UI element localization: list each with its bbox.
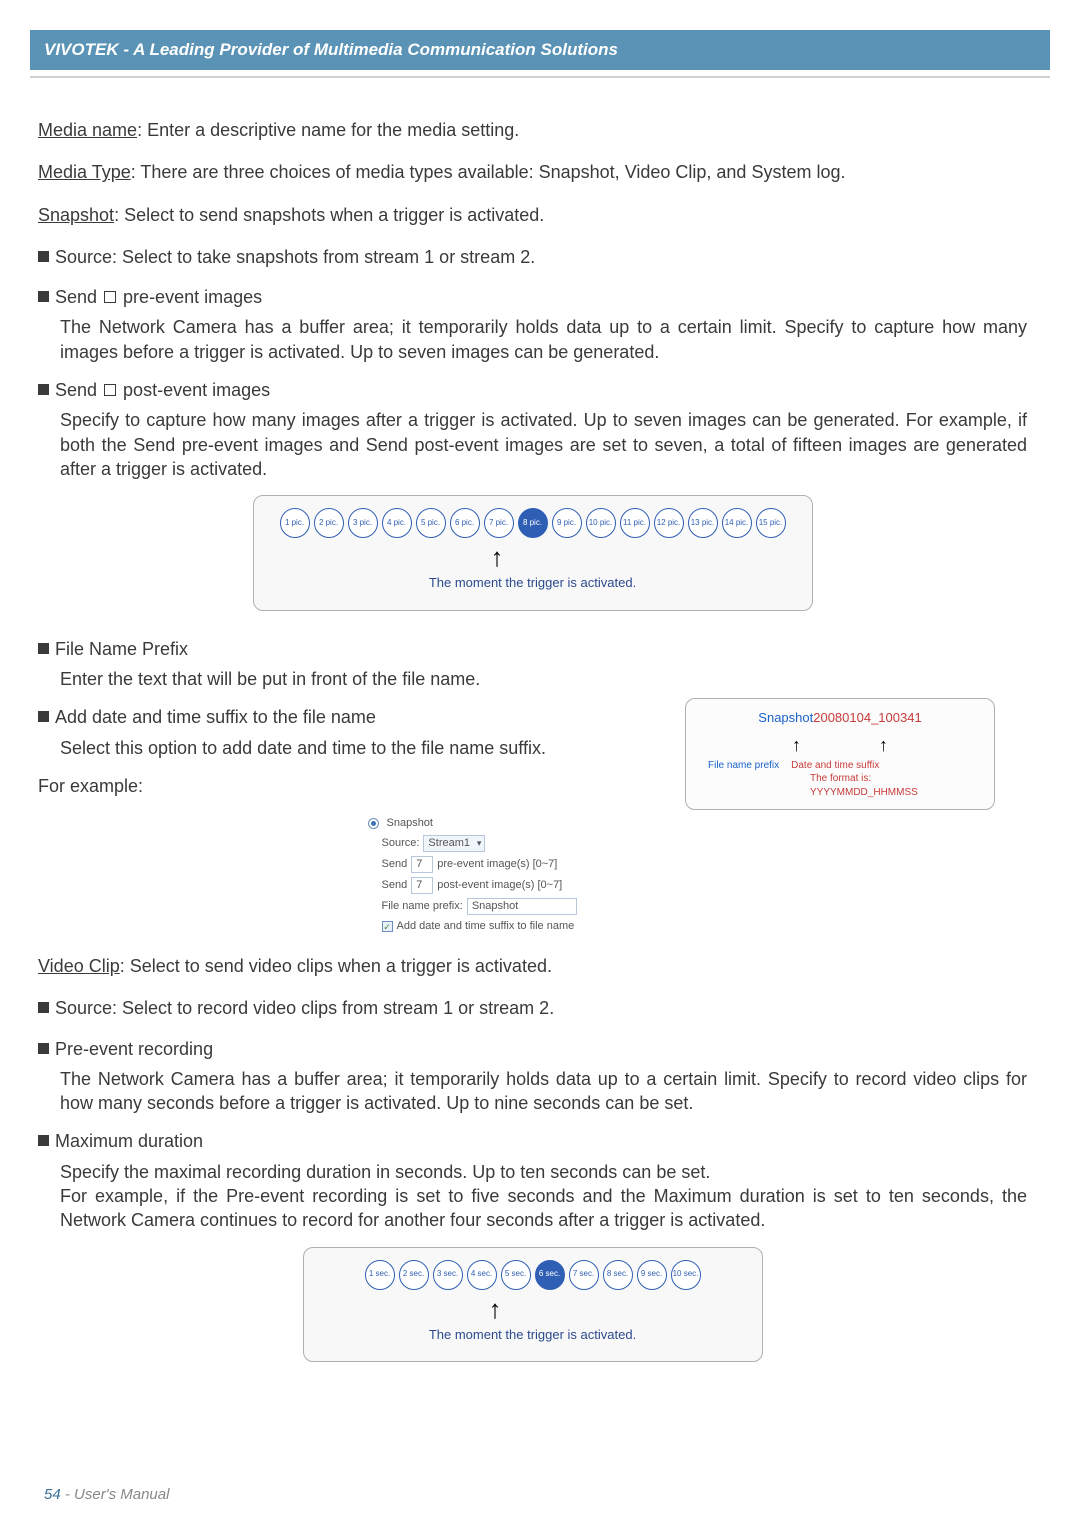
filename-suffix-label: Date and time suffix <box>791 759 879 773</box>
filename-suffix: 20080104_100341 <box>813 710 921 725</box>
bullet-file-prefix-body: Enter the text that will be put in front… <box>38 667 598 691</box>
bullet-file-prefix: File Name Prefix <box>38 637 1027 661</box>
filename-format: The format is: YYYYMMDD_HHMMSS <box>810 772 980 799</box>
pre-event-suffix: pre-event image(s) [0~7] <box>437 857 557 872</box>
bullet-source-snap: Source: Select to take snapshots from st… <box>38 245 1027 269</box>
term-media-name: Media name <box>38 120 137 140</box>
pre-count-box[interactable] <box>104 291 116 303</box>
add-datetime-checkbox[interactable]: ✓ <box>382 921 393 932</box>
diagram-caption-1: The moment the trigger is activated. <box>264 574 802 592</box>
bullet-send-pre: Send pre-event images <box>38 285 1027 309</box>
filename-prefix: Snapshot <box>758 710 813 725</box>
sequence-circle: 1 pic. <box>280 508 310 538</box>
filename-prefix-label: File name prefix <box>708 759 779 773</box>
sequence-circle: 6 sec. <box>535 1260 565 1290</box>
header-title: VIVOTEK - A Leading Provider of Multimed… <box>30 30 1050 70</box>
term-snapshot: Snapshot <box>38 205 114 225</box>
sequence-circle: 5 sec. <box>501 1260 531 1290</box>
sequence-circle: 8 sec. <box>603 1260 633 1290</box>
bullet-max-dur: Maximum duration <box>38 1129 1027 1153</box>
sequence-circle: 7 sec. <box>569 1260 599 1290</box>
bullet-send-post-body: Specify to capture how many images after… <box>38 408 1027 481</box>
sequence-circle: 7 pic. <box>484 508 514 538</box>
bullet-send-post: Send post-event images <box>38 378 1027 402</box>
add-datetime-label: Add date and time suffix to file name <box>397 919 575 934</box>
sequence-circle: 5 pic. <box>416 508 446 538</box>
sequence-circle: 14 pic. <box>722 508 752 538</box>
bullet-max-dur-body: Specify the maximal recording duration i… <box>38 1160 1027 1233</box>
page-footer: 54 - User's Manual <box>44 1486 169 1503</box>
source-select[interactable]: Stream1 <box>423 835 485 852</box>
para-media-name: Media name: Enter a descriptive name for… <box>38 118 1027 142</box>
bullet-source-vid: Source: Select to record video clips fro… <box>38 996 1027 1020</box>
filename-example-box: Snapshot20080104_100341 ↑ ↑ File name pre… <box>685 698 995 810</box>
post-event-suffix: post-event image(s) [0~7] <box>437 878 562 893</box>
para-snapshot: Snapshot: Select to send snapshots when … <box>38 203 1027 227</box>
diagram-caption-2: The moment the trigger is activated. <box>314 1326 752 1344</box>
sequence-circle: 2 pic. <box>314 508 344 538</box>
sequence-circle: 6 pic. <box>450 508 480 538</box>
snapshot-radio[interactable] <box>368 818 379 829</box>
sequence-circle: 4 sec. <box>467 1260 497 1290</box>
arrow-up-icon: ↑ <box>491 544 802 570</box>
term-video-clip: Video Clip <box>38 956 120 976</box>
sequence-circle: 13 pic. <box>688 508 718 538</box>
header-rule <box>30 76 1050 78</box>
sequence-circle: 1 sec. <box>365 1260 395 1290</box>
sequence-circle: 10 pic. <box>586 508 616 538</box>
arrow-up-icon: ↑ <box>489 1296 752 1322</box>
post-count-box[interactable] <box>104 384 116 396</box>
arrow-up-icon: ↑ <box>792 733 801 757</box>
file-prefix-label: File name prefix: <box>382 899 463 914</box>
snapshot-ui-example: Snapshot Source:Stream1 Send7pre-event i… <box>368 816 698 934</box>
file-prefix-input[interactable]: Snapshot <box>467 898 577 915</box>
term-media-type: Media Type <box>38 162 131 182</box>
bullet-pre-rec: Pre-event recording <box>38 1037 1027 1061</box>
sequence-circle: 9 sec. <box>637 1260 667 1290</box>
sequence-circle: 3 pic. <box>348 508 378 538</box>
para-video-clip: Video Clip: Select to send video clips w… <box>38 954 1027 978</box>
bullet-datetime-body: Select this option to add date and time … <box>38 736 658 760</box>
diagram-pic-sequence: 1 pic.2 pic.3 pic.4 pic.5 pic.6 pic.7 pi… <box>253 495 813 611</box>
diagram-sec-sequence: 1 sec.2 sec.3 sec.4 sec.5 sec.6 sec.7 se… <box>303 1247 763 1363</box>
page-number: 54 <box>44 1486 61 1503</box>
pre-event-input[interactable]: 7 <box>411 856 433 873</box>
footer-label: User's Manual <box>74 1486 169 1503</box>
sequence-circle: 8 pic. <box>518 508 548 538</box>
arrow-up-icon: ↑ <box>879 733 888 757</box>
snapshot-radio-label: Snapshot <box>387 816 433 831</box>
post-event-input[interactable]: 7 <box>411 877 433 894</box>
bullet-pre-rec-body: The Network Camera has a buffer area; it… <box>38 1067 1027 1116</box>
sequence-circle: 2 sec. <box>399 1260 429 1290</box>
sequence-circle: 10 sec. <box>671 1260 701 1290</box>
sequence-circle: 12 pic. <box>654 508 684 538</box>
source-label: Source: <box>382 836 420 851</box>
sequence-circle: 4 pic. <box>382 508 412 538</box>
para-media-type: Media Type: There are three choices of m… <box>38 160 1027 184</box>
sequence-circle: 15 pic. <box>756 508 786 538</box>
sequence-circle: 9 pic. <box>552 508 582 538</box>
sequence-circle: 3 sec. <box>433 1260 463 1290</box>
bullet-send-pre-body: The Network Camera has a buffer area; it… <box>38 315 1027 364</box>
sequence-circle: 11 pic. <box>620 508 650 538</box>
